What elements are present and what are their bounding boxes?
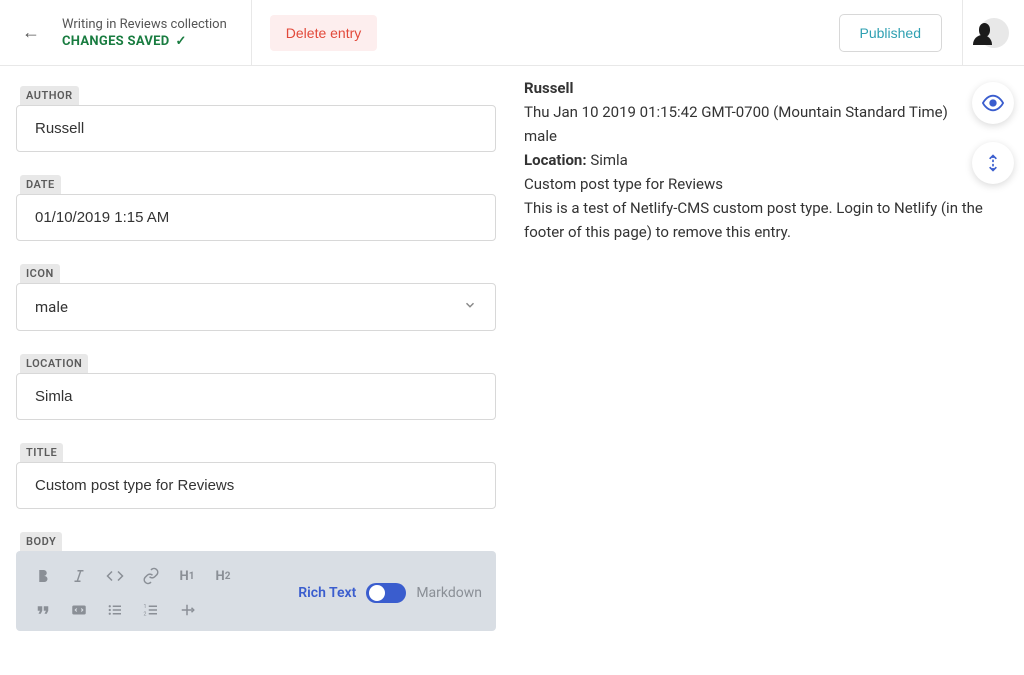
editor-mode-toggle: Rich Text Markdown <box>298 583 482 603</box>
tool-rows: H1 H2 12 <box>30 563 236 623</box>
heading2-icon[interactable]: H2 <box>210 563 236 589</box>
field-label-author: AUTHOR <box>20 86 79 105</box>
save-status-row: CHANGES SAVED ✓ <box>62 34 227 49</box>
back-cell: ← <box>0 0 62 65</box>
mode-markdown-label: Markdown <box>416 585 482 601</box>
preview-author: Russell <box>524 76 1010 100</box>
field-input-wrap-title[interactable] <box>16 462 496 509</box>
bullet-list-icon[interactable] <box>102 597 128 623</box>
field-label-body: BODY <box>20 532 62 551</box>
richtext-markdown-toggle[interactable] <box>366 583 406 603</box>
back-arrow-icon[interactable]: ← <box>22 22 40 43</box>
code-block-icon[interactable] <box>66 597 92 623</box>
editor-pane: AUTHOR DATE ICON male LOCATION <box>0 66 512 675</box>
toggle-preview-button[interactable] <box>972 82 1014 124</box>
heading1-icon[interactable]: H1 <box>174 563 200 589</box>
location-input[interactable] <box>35 388 477 405</box>
toggle-scrollsync-button[interactable] <box>972 142 1014 184</box>
field-date: DATE <box>16 175 496 241</box>
toggle-knob <box>369 585 385 601</box>
preview-location-value: Simla <box>590 151 628 169</box>
field-input-wrap-date[interactable] <box>16 194 496 241</box>
tool-row-2: 12 <box>30 597 236 623</box>
author-input[interactable] <box>35 120 477 137</box>
save-status: CHANGES SAVED <box>62 34 170 49</box>
preview-location-row: Location: Simla <box>524 148 1010 172</box>
preview-pane: Russell Thu Jan 10 2019 01:15:42 GMT-070… <box>512 66 1024 675</box>
user-avatar-icon[interactable] <box>979 18 1009 48</box>
bold-icon[interactable] <box>30 563 56 589</box>
header-bar: ← Writing in Reviews collection CHANGES … <box>0 0 1024 66</box>
icon-select-value: male <box>35 298 463 316</box>
eye-icon <box>982 92 1004 114</box>
field-label-date: DATE <box>20 175 61 194</box>
published-button[interactable]: Published <box>839 14 943 52</box>
title-input[interactable] <box>35 477 477 494</box>
code-icon[interactable] <box>102 563 128 589</box>
field-input-wrap-location[interactable] <box>16 373 496 420</box>
field-title: TITLE <box>16 443 496 509</box>
mode-richtext-label: Rich Text <box>298 585 356 601</box>
field-icon: ICON male <box>16 264 496 331</box>
preview-body: This is a test of Netlify-CMS custom pos… <box>524 196 1010 244</box>
icon-select[interactable]: male <box>16 283 496 331</box>
preview-title: Custom post type for Reviews <box>524 172 1010 196</box>
preview-content: Russell Thu Jan 10 2019 01:15:42 GMT-070… <box>524 76 1010 244</box>
chevron-down-icon <box>463 298 477 316</box>
preview-date: Thu Jan 10 2019 01:15:42 GMT-0700 (Mount… <box>524 100 1010 124</box>
numbered-list-icon[interactable]: 12 <box>138 597 164 623</box>
field-author: AUTHOR <box>16 86 496 152</box>
field-label-title: TITLE <box>20 443 63 462</box>
check-icon: ✓ <box>176 34 187 49</box>
add-component-icon[interactable] <box>174 597 200 623</box>
header-right: Published <box>839 0 1024 65</box>
date-input[interactable] <box>35 209 477 226</box>
breadcrumb: Writing in Reviews collection <box>62 17 227 32</box>
preview-location-label: Location: <box>524 151 587 169</box>
avatar-cell <box>962 0 1024 65</box>
delete-entry-button[interactable]: Delete entry <box>270 15 377 51</box>
main-split: AUTHOR DATE ICON male LOCATION <box>0 66 1024 675</box>
breadcrumb-block: Writing in Reviews collection CHANGES SA… <box>62 0 252 65</box>
field-label-location: LOCATION <box>20 354 88 373</box>
preview-float-controls <box>972 82 1014 184</box>
tool-row-1: H1 H2 <box>30 563 236 589</box>
field-body: BODY H1 H2 <box>16 532 496 631</box>
delete-wrap: Delete entry <box>252 0 395 65</box>
field-input-wrap-author[interactable] <box>16 105 496 152</box>
quote-icon[interactable] <box>30 597 56 623</box>
preview-icon: male <box>524 124 1010 148</box>
svg-text:1: 1 <box>144 604 147 610</box>
svg-text:2: 2 <box>144 611 147 617</box>
scroll-sync-icon <box>983 153 1003 173</box>
header-left: ← Writing in Reviews collection CHANGES … <box>0 0 395 65</box>
field-location: LOCATION <box>16 354 496 420</box>
body-editor: H1 H2 12 Rich Text <box>16 551 496 631</box>
field-label-icon: ICON <box>20 264 60 283</box>
italic-icon[interactable] <box>66 563 92 589</box>
editor-toolbar: H1 H2 12 Rich Text <box>30 563 482 623</box>
link-icon[interactable] <box>138 563 164 589</box>
